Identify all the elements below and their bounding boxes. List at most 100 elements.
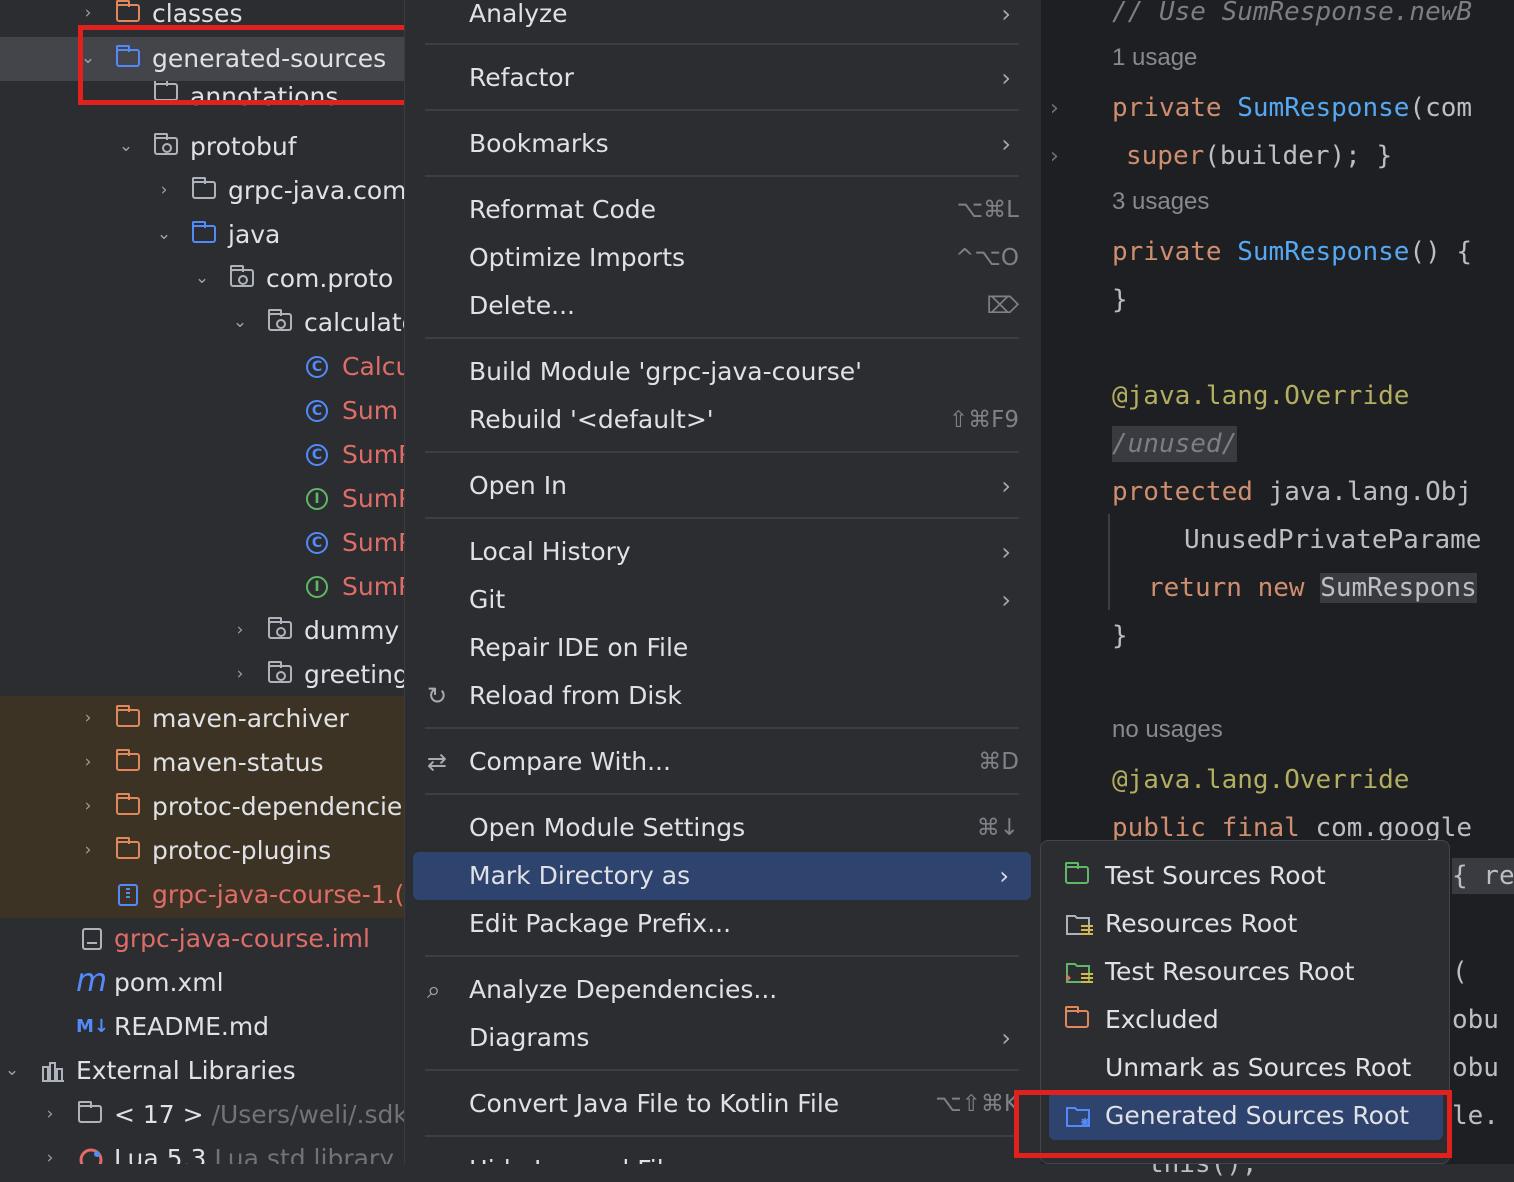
usage-hint[interactable]: no usages bbox=[1112, 716, 1223, 744]
menu-item-analyze-dependencies[interactable]: ⌕ Analyze Dependencies... bbox=[405, 966, 1041, 1014]
tree-item-label: SumR bbox=[342, 440, 404, 469]
menu-separator bbox=[425, 517, 1019, 519]
tree-item-pom[interactable]: m pom.xml bbox=[0, 961, 404, 1005]
fold-icon[interactable]: › bbox=[1050, 96, 1059, 121]
menu-item-convert-to-kotlin[interactable]: Convert Java File to Kotlin File ⌥⇧⌘K bbox=[405, 1080, 1041, 1128]
folder-icon bbox=[192, 177, 218, 201]
tree-item-label: com.proto bbox=[266, 264, 394, 293]
tree-item-class[interactable]: C SumR bbox=[0, 433, 404, 477]
source-folder-icon bbox=[192, 221, 218, 245]
menu-item-optimize-imports[interactable]: Optimize Imports ^⌥O bbox=[405, 234, 1041, 282]
menu-item-rebuild[interactable]: Rebuild '<default>' ⇧⌘F9 bbox=[405, 396, 1041, 444]
submenu-item-excluded[interactable]: Excluded bbox=[1041, 996, 1451, 1044]
class-icon: C bbox=[306, 356, 328, 378]
tree-item-greeting[interactable]: › greeting bbox=[0, 653, 404, 697]
chevron-right-icon[interactable]: › bbox=[232, 663, 248, 685]
tree-item-readme[interactable]: M↓ README.md bbox=[0, 1005, 404, 1049]
tree-item-com-proto[interactable]: ⌄ com.proto bbox=[0, 257, 404, 301]
chevron-down-icon[interactable]: ⌄ bbox=[194, 267, 210, 289]
menu-item-edit-package-prefix[interactable]: Edit Package Prefix... bbox=[405, 900, 1041, 948]
test-sources-folder-icon bbox=[1065, 862, 1089, 884]
tree-item-protoc-dependencies[interactable]: › protoc-dependencie bbox=[0, 785, 404, 829]
tree-item-java[interactable]: ⌄ java bbox=[0, 213, 404, 257]
menu-item-git[interactable]: Git › bbox=[405, 576, 1041, 624]
menu-item-build-module[interactable]: Build Module 'grpc-java-course' bbox=[405, 348, 1041, 396]
tree-item-iml[interactable]: grpc-java-course.iml bbox=[0, 917, 404, 961]
menu-item-local-history[interactable]: Local History › bbox=[405, 528, 1041, 576]
chevron-down-icon[interactable]: ⌄ bbox=[4, 1059, 20, 1081]
menu-item-reformat-code[interactable]: Reformat Code ⌥⌘L bbox=[405, 186, 1041, 234]
menu-item-label: Hide Ignored Files bbox=[469, 1154, 692, 1164]
tree-item-interface[interactable]: I SumR bbox=[0, 477, 404, 521]
menu-item-label: Reload from Disk bbox=[469, 681, 682, 710]
chevron-right-icon[interactable]: › bbox=[42, 1147, 58, 1164]
menu-item-refactor[interactable]: Refactor › bbox=[405, 54, 1041, 102]
menu-item-label: Repair IDE on File bbox=[469, 633, 689, 662]
menu-separator bbox=[425, 175, 1019, 177]
submenu-item-test-resources-root[interactable]: Test Resources Root bbox=[1041, 948, 1451, 996]
submenu-item-test-sources-root[interactable]: Test Sources Root bbox=[1041, 852, 1451, 900]
tree-item-grpc-java-com[interactable]: › grpc-java.com bbox=[0, 169, 404, 213]
usage-hint[interactable]: 1 usage bbox=[1112, 44, 1197, 72]
tree-item-label: protoc-dependencie bbox=[152, 792, 403, 821]
menu-item-mark-directory-as[interactable]: Mark Directory as › bbox=[413, 852, 1031, 900]
tree-item-class[interactable]: C SumR bbox=[0, 521, 404, 565]
tree-item-dummy[interactable]: › dummy bbox=[0, 609, 404, 653]
menu-item-bookmarks[interactable]: Bookmarks › bbox=[405, 120, 1041, 168]
chevron-right-icon: › bbox=[1001, 0, 1011, 28]
chevron-down-icon[interactable]: ⌄ bbox=[118, 135, 134, 157]
code-line: } bbox=[1112, 621, 1128, 651]
tree-item-maven-archiver[interactable]: › maven-archiver bbox=[0, 697, 404, 741]
tree-item-label: Sum bbox=[342, 396, 399, 425]
menu-separator bbox=[425, 337, 1019, 339]
chevron-right-icon[interactable]: › bbox=[80, 707, 96, 729]
fold-icon[interactable]: › bbox=[1050, 144, 1059, 169]
chevron-right-icon[interactable]: › bbox=[80, 751, 96, 773]
tree-item-protobuf[interactable]: ⌄ protobuf bbox=[0, 125, 404, 169]
tree-item-protoc-plugins[interactable]: › protoc-plugins bbox=[0, 829, 404, 873]
chevron-right-icon: › bbox=[1001, 130, 1011, 158]
menu-item-diagrams[interactable]: Diagrams › bbox=[405, 1014, 1041, 1062]
usage-hint[interactable]: 3 usages bbox=[1112, 188, 1209, 216]
indent-guide bbox=[1108, 514, 1110, 610]
maven-icon: m bbox=[76, 961, 108, 999]
package-icon bbox=[268, 617, 294, 641]
tree-item-class[interactable]: C Calcu bbox=[0, 345, 404, 389]
tree-item-label: maven-archiver bbox=[152, 704, 349, 733]
package-folder-icon bbox=[154, 133, 180, 157]
menu-item-label: Diagrams bbox=[469, 1023, 590, 1052]
chevron-right-icon: › bbox=[1001, 1024, 1011, 1052]
tree-item-label: Calcu bbox=[342, 352, 404, 381]
chevron-right-icon[interactable]: › bbox=[80, 2, 96, 24]
submenu-item-resources-root[interactable]: Resources Root bbox=[1041, 900, 1451, 948]
menu-item-delete[interactable]: Delete... ⌦ bbox=[405, 282, 1041, 330]
class-icon: C bbox=[306, 400, 328, 422]
submenu-item-unmark[interactable]: Unmark as Sources Root bbox=[1041, 1044, 1451, 1092]
menu-item-compare-with[interactable]: ⇄ Compare With... ⌘D bbox=[405, 738, 1041, 786]
menu-item-analyze[interactable]: Analyze › bbox=[405, 0, 1041, 38]
tree-item-lua[interactable]: › Lua 5.3 Lua std library bbox=[0, 1137, 404, 1164]
tree-item-label: java bbox=[228, 220, 281, 249]
chevron-right-icon[interactable]: › bbox=[232, 619, 248, 641]
tree-item-class[interactable]: C Sum bbox=[0, 389, 404, 433]
menu-item-open-module-settings[interactable]: Open Module Settings ⌘↓ bbox=[405, 804, 1041, 852]
shortcut-label: ^⌥O bbox=[955, 245, 1019, 271]
menu-item-hide-ignored-files[interactable]: Hide Ignored Files bbox=[405, 1146, 1041, 1164]
chevron-down-icon[interactable]: ⌄ bbox=[156, 223, 172, 245]
chevron-down-icon[interactable]: ⌄ bbox=[232, 311, 248, 333]
menu-item-open-in[interactable]: Open In › bbox=[405, 462, 1041, 510]
chevron-right-icon[interactable]: › bbox=[80, 795, 96, 817]
tree-item-maven-status[interactable]: › maven-status bbox=[0, 741, 404, 785]
tree-item-jdk[interactable]: › < 17 > /Users/weli/.sdk bbox=[0, 1093, 404, 1137]
tree-item-external-libraries[interactable]: ⌄ External Libraries bbox=[0, 1049, 404, 1093]
menu-separator bbox=[425, 451, 1019, 453]
chevron-right-icon[interactable]: › bbox=[42, 1103, 58, 1125]
tree-item-jar[interactable]: grpc-java-course-1.( bbox=[0, 873, 404, 917]
chevron-right-icon[interactable]: › bbox=[156, 179, 172, 201]
menu-item-repair-ide[interactable]: Repair IDE on File bbox=[405, 624, 1041, 672]
tree-item-calculator[interactable]: ⌄ calculato bbox=[0, 301, 404, 345]
menu-item-reload-from-disk[interactable]: ↻ Reload from Disk bbox=[405, 672, 1041, 720]
menu-separator bbox=[425, 727, 1019, 729]
chevron-right-icon[interactable]: › bbox=[80, 839, 96, 861]
tree-item-interface[interactable]: I SumR bbox=[0, 565, 404, 609]
